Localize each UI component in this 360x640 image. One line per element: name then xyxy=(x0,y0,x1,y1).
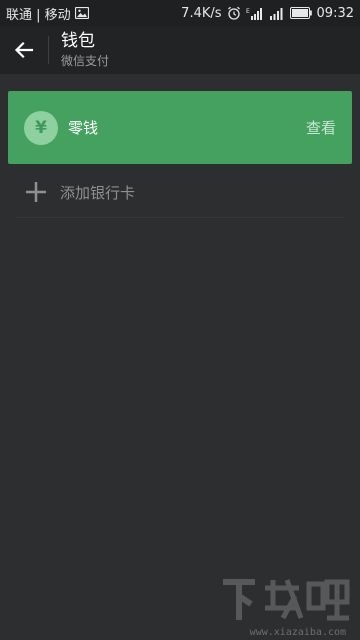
add-bank-card-label: 添加银行卡 xyxy=(60,183,136,202)
battery-icon xyxy=(289,7,312,19)
alarm-icon xyxy=(227,6,241,20)
arrow-left-icon xyxy=(14,41,34,59)
app-bar-divider xyxy=(48,36,49,64)
balance-card[interactable]: ¥ 零钱 查看 xyxy=(8,91,352,164)
plus-icon xyxy=(16,172,56,212)
title-block: 钱包 微信支付 xyxy=(61,31,109,69)
status-right: 7.4K/s E 09:32 xyxy=(181,6,354,21)
page-title: 钱包 xyxy=(61,31,95,51)
yen-icon: ¥ xyxy=(24,110,58,145)
image-icon xyxy=(74,7,89,19)
balance-label: 零钱 xyxy=(68,119,99,137)
signal-icon: E xyxy=(246,7,264,20)
signal-icon xyxy=(269,7,285,20)
back-button[interactable] xyxy=(0,26,48,74)
app-bar: 钱包 微信支付 xyxy=(0,26,360,74)
add-bank-card-row[interactable]: 添加银行卡 xyxy=(16,167,344,218)
network-speed: 7.4K/s xyxy=(181,5,222,21)
view-balance-link[interactable]: 查看 xyxy=(306,117,336,138)
clock-time: 09:32 xyxy=(316,5,354,21)
status-left: 联通 | 移动 xyxy=(6,4,89,23)
svg-text:E: E xyxy=(246,8,250,15)
carrier-text: 联通 | 移动 xyxy=(6,7,71,23)
status-bar: 联通 | 移动 7.4K/s E 09:32 xyxy=(0,0,360,26)
wallet-screen: 联通 | 移动 7.4K/s E 09:32 钱包 微信支付 ¥ 零钱 查看 添… xyxy=(0,0,360,640)
page-subtitle: 微信支付 xyxy=(61,54,110,68)
watermark-logo xyxy=(217,574,352,634)
watermark-url: www.xiazaiba.com xyxy=(249,627,346,638)
